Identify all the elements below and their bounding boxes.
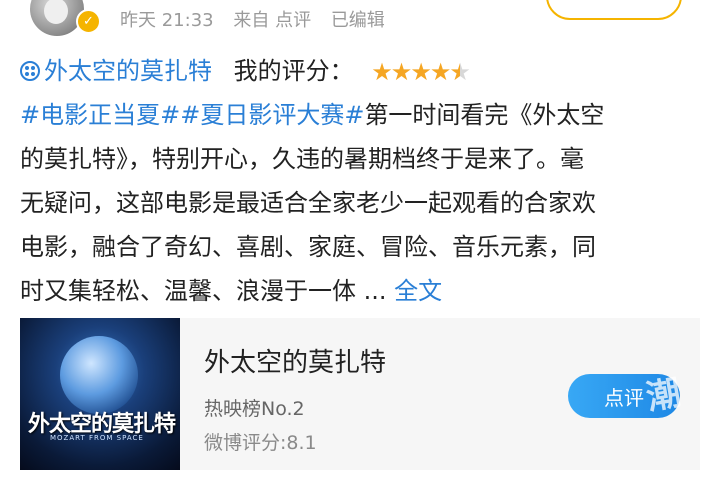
movie-card[interactable]: 外太空的莫扎特 MOZART FROM SPACE 外太空的莫扎特 热映榜No.… <box>20 318 700 470</box>
movie-tag-link[interactable]: 外太空的莫扎特 <box>20 57 212 85</box>
film-reel-icon <box>20 61 40 81</box>
star-icon: ★ <box>371 58 393 86</box>
review-line-5: 时又集轻松、温馨、浪漫于一体 ... 全文 <box>20 274 442 308</box>
card-score: 微博评分:8.1 <box>204 432 317 454</box>
card-movie-title: 外太空的莫扎特 <box>204 348 387 378</box>
star-icon: ★ <box>410 58 432 86</box>
post-edited-label[interactable]: 已编辑 <box>331 10 385 31</box>
star-icon: ★ <box>429 58 452 86</box>
post-meta: 昨天 21:33 来自 点评 已编辑 <box>120 6 399 32</box>
review-line-2: 的莫扎特》，特别开心，久违的暑期档终于是来了。毫 <box>20 145 584 173</box>
card-rank: 热映榜No.2 <box>204 398 305 420</box>
rating-label: 我的评分： <box>233 57 354 85</box>
review-line-3: 无疑问，这部电影是最适合全家老少一起观看的合家欢 <box>20 189 596 217</box>
review-text-line1: 第一时间看完《外太空 <box>364 101 605 129</box>
movie-poster[interactable]: 外太空的莫扎特 MOZART FROM SPACE <box>20 318 180 470</box>
topic-link-summer-movie[interactable]: #电影正当夏# <box>20 101 180 129</box>
follow-button[interactable] <box>546 0 682 20</box>
star-icon: ★ <box>449 55 471 89</box>
post-time: 昨天 21:33 <box>120 10 214 31</box>
topic-link-summer-review-contest[interactable]: #夏日影评大赛# <box>180 101 364 129</box>
post-source[interactable]: 来自 点评 <box>233 10 311 31</box>
planet-graphic <box>60 336 138 414</box>
verified-badge-icon: ✓ <box>76 9 101 34</box>
rating-stars: ★★★★★ <box>371 55 471 89</box>
poster-subtitle: MOZART FROM SPACE <box>50 434 144 442</box>
review-line-4: 电影，融合了奇幻、喜剧、家庭、冒险、音乐元素，同 <box>20 233 596 261</box>
movie-tag-text: 外太空的莫扎特 <box>44 57 212 85</box>
rating-line: 外太空的莫扎特 我的评分： ★★★★★ <box>20 54 471 89</box>
review-text-line5: 时又集轻松、温馨、浪漫于一体 ... <box>20 277 395 305</box>
star-icon: ★ <box>390 58 413 86</box>
avatar-face <box>44 0 68 24</box>
full-text-link[interactable]: 全文 <box>394 277 442 305</box>
review-line-1: #电影正当夏##夏日影评大赛#第一时间看完《外太空 <box>20 98 604 132</box>
